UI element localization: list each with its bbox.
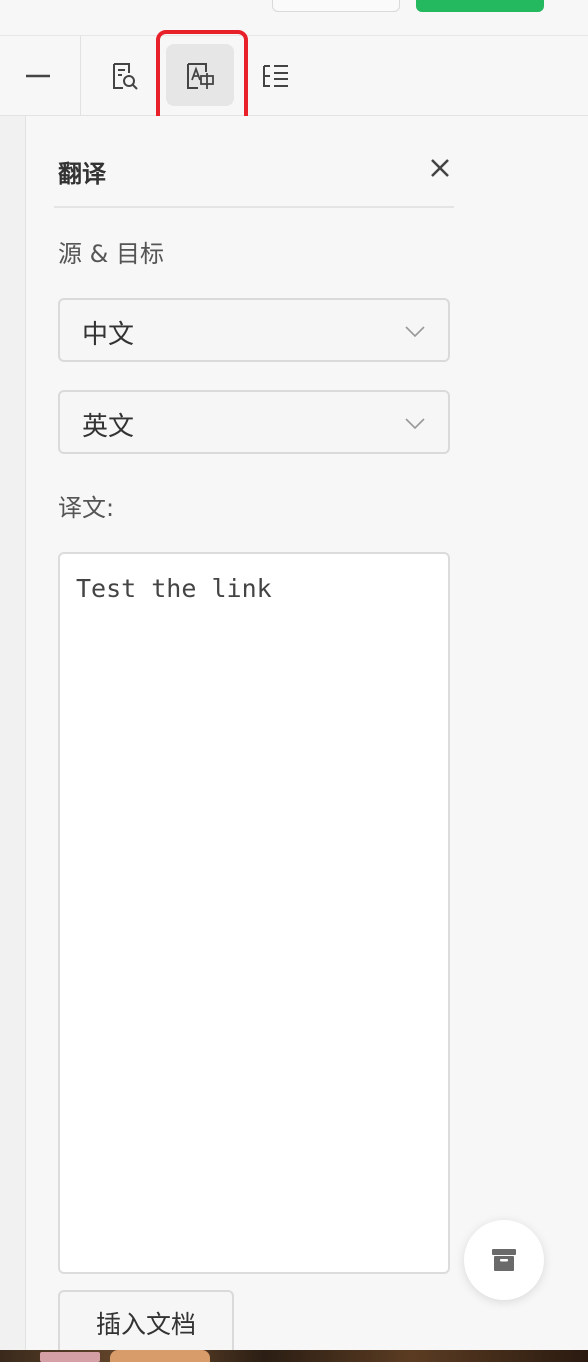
panel-title: 翻译 xyxy=(58,160,106,188)
collapse-button[interactable] xyxy=(4,42,72,110)
document-search-icon xyxy=(113,63,138,90)
toolbar-divider xyxy=(80,36,81,116)
document-search-button[interactable] xyxy=(90,42,158,110)
source-language-value: 中文 xyxy=(82,320,135,350)
dock-app[interactable] xyxy=(40,1352,100,1362)
chevron-down-icon xyxy=(405,418,425,430)
target-language-select[interactable]: 英文 xyxy=(58,390,450,454)
source-target-label: 源 & 目标 xyxy=(58,240,164,268)
chevron-down-icon xyxy=(405,326,425,338)
insert-document-button[interactable]: 插入文档 xyxy=(58,1290,234,1356)
header-primary-button[interactable] xyxy=(416,0,544,12)
archive-button[interactable] xyxy=(464,1220,544,1300)
outline-list-icon xyxy=(263,65,288,87)
sidebar-toolbar xyxy=(0,30,588,128)
editor-edge xyxy=(0,116,26,1352)
dock-app[interactable] xyxy=(110,1350,210,1362)
top-header xyxy=(0,0,588,36)
close-button[interactable] xyxy=(424,152,456,184)
header-secondary-button[interactable] xyxy=(272,0,400,12)
translate-panel: 翻译 源 & 目标 中文 英文 译文: Test the link 插入文档 xyxy=(26,116,588,1356)
close-icon xyxy=(431,159,449,177)
panel-divider xyxy=(54,206,454,208)
os-dock-strip xyxy=(0,1350,588,1362)
minus-icon xyxy=(26,74,50,78)
translation-output[interactable]: Test the link xyxy=(58,552,450,1274)
target-language-value: 英文 xyxy=(82,412,135,442)
archive-icon xyxy=(492,1249,516,1271)
translation-label: 译文: xyxy=(58,494,115,522)
outline-button[interactable] xyxy=(242,42,310,110)
source-language-select[interactable]: 中文 xyxy=(58,298,450,362)
highlight-box xyxy=(156,30,248,128)
